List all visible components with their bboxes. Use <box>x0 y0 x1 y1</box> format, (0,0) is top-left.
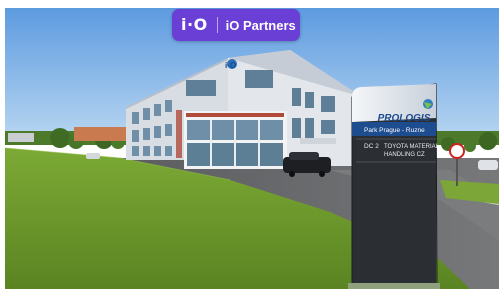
badge-divider <box>216 17 218 33</box>
io-partners-badge: i·O iO Partners <box>172 9 300 41</box>
office-building-photo: i·O PROLOGIS Park Prague - Ruzne DC 2 TO… <box>0 0 499 289</box>
signage-tenant-line-2: HANDLING CZ <box>384 152 425 158</box>
prologis-pylon: PROLOGIS Park Prague - Ruzne DC 2 TOYOTA… <box>348 83 440 289</box>
io-logo-icon: i·O <box>181 15 208 34</box>
badge-label: iO Partners <box>225 17 296 33</box>
photo-frame: i·O PROLOGIS Park Prague - Ruzne DC 2 TO… <box>0 0 499 289</box>
signage-park-name: Park Prague - Ruzne <box>364 127 425 134</box>
facade-logo-text: i·O <box>225 61 236 70</box>
signage-tenant-line-1: TOYOTA MATERIAL <box>384 144 440 150</box>
signage-unit-code: DC 2 <box>364 143 379 150</box>
